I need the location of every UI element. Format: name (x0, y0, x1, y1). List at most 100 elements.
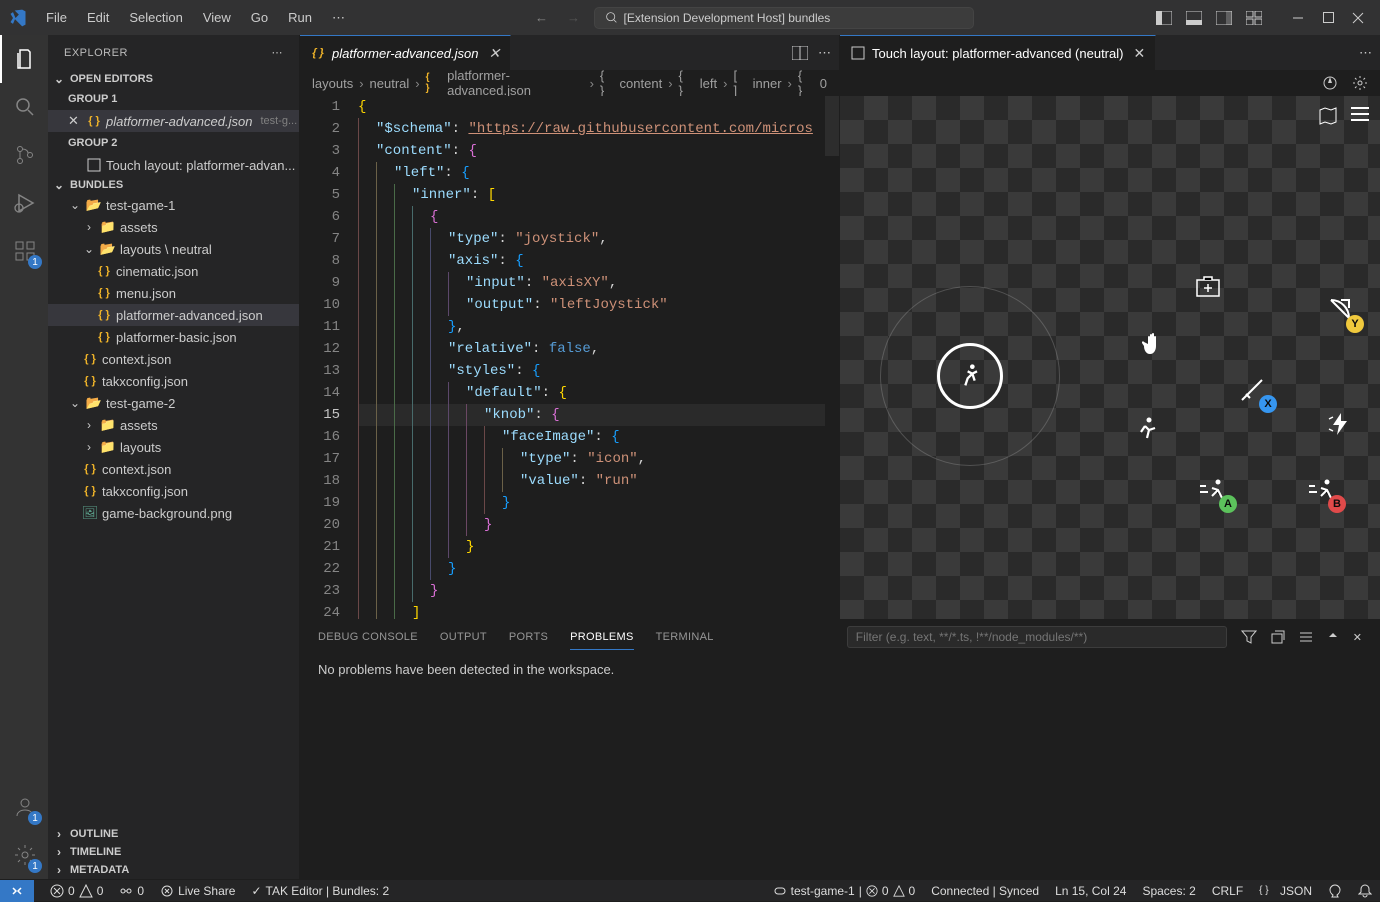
layout-secondary-icon[interactable] (1210, 4, 1238, 32)
menu-selection[interactable]: Selection (121, 6, 190, 29)
layout-primary-icon[interactable] (1150, 4, 1178, 32)
open-editor-item[interactable]: ✕ { } platformer-advanced.json test-g... (48, 110, 299, 132)
filter-icon[interactable] (1241, 630, 1257, 644)
tree-folder-game1[interactable]: ⌄ 📂 test-game-1 (48, 194, 299, 216)
maximize-panel-icon[interactable] (1327, 631, 1339, 643)
activity-search-icon[interactable] (0, 83, 48, 131)
chevron-right-icon: › (82, 220, 96, 234)
window-maximize-icon[interactable] (1314, 4, 1342, 32)
panel-tab-debug[interactable]: DEBUG CONSOLE (318, 625, 418, 649)
command-center-label: [Extension Development Host] bundles (624, 11, 831, 25)
tree-file-takxconfig[interactable]: { } takxconfig.json (48, 370, 299, 392)
tree-file-context[interactable]: { } context.json (48, 348, 299, 370)
breadcrumb[interactable]: layouts› neutral› { } platformer-advance… (300, 70, 839, 96)
compass-icon[interactable] (1322, 75, 1338, 91)
tab-platformer-advanced[interactable]: { } platformer-advanced.json ✕ (300, 35, 511, 70)
status-eol[interactable]: CRLF (1204, 884, 1251, 898)
menu-view[interactable]: View (195, 6, 239, 29)
tree-file-menu[interactable]: { } menu.json (48, 282, 299, 304)
activity-extensions-icon[interactable]: 1 (0, 227, 48, 275)
touch-button-hand[interactable] (1135, 326, 1171, 362)
tree-file-takxconfig2[interactable]: { } takxconfig.json (48, 480, 299, 502)
tab-close-icon[interactable]: ✕ (1133, 45, 1145, 62)
close-icon[interactable]: ✕ (68, 113, 82, 129)
more-actions-icon[interactable]: ⋯ (818, 45, 831, 61)
status-notifications-icon[interactable] (1350, 884, 1380, 898)
status-game[interactable]: test-game-1 | 0 0 (765, 884, 924, 898)
close-panel-icon[interactable]: ✕ (1353, 631, 1362, 644)
layout-bottom-icon[interactable] (1180, 4, 1208, 32)
joystick-knob[interactable] (937, 343, 1003, 409)
activity-settings-icon[interactable]: 1 (0, 831, 48, 879)
menu-edit[interactable]: Edit (79, 6, 117, 29)
touch-button-dash-b[interactable]: B (1304, 471, 1340, 507)
tree-file-context2[interactable]: { } context.json (48, 458, 299, 480)
explorer-more-icon[interactable]: ⋯ (272, 46, 284, 59)
menu-overflow-icon[interactable]: ⋯ (324, 6, 353, 30)
folder-icon: 📁 (100, 219, 116, 235)
bundles-section[interactable]: ⌄ BUNDLES (48, 176, 299, 194)
touch-button-dash-a[interactable]: A (1195, 471, 1231, 507)
window-close-icon[interactable] (1344, 4, 1372, 32)
touch-button-medkit[interactable] (1190, 268, 1226, 304)
problems-filter-input[interactable] (847, 626, 1227, 648)
code-editor[interactable]: 123456789101112131415161718192021222324 … (300, 96, 839, 619)
tree-file-background-png[interactable]: 🖼 game-background.png (48, 502, 299, 524)
gear-icon[interactable] (1352, 75, 1368, 91)
menu-run[interactable]: Run (280, 6, 320, 29)
tree-folder-layouts-neutral[interactable]: ⌄ 📂 layouts \ neutral (48, 238, 299, 260)
split-editor-icon[interactable] (792, 46, 808, 60)
touch-button-sword-x[interactable]: X (1235, 371, 1271, 407)
layout-customize-icon[interactable] (1240, 4, 1268, 32)
map-icon[interactable] (1318, 106, 1338, 126)
minimap[interactable] (825, 96, 839, 619)
activity-debug-icon[interactable] (0, 179, 48, 227)
panel-tab-problems[interactable]: PROBLEMS (570, 625, 634, 650)
status-errors-warnings[interactable]: 0 0 (42, 884, 111, 898)
command-center[interactable]: [Extension Development Host] bundles (594, 7, 974, 29)
outline-section[interactable]: › OUTLINE (48, 825, 299, 843)
tab-touch-layout-preview[interactable]: Touch layout: platformer-advanced (neutr… (840, 35, 1156, 70)
nav-back-icon[interactable]: ← (530, 10, 554, 25)
tree-file-platformer-advanced[interactable]: { } platformer-advanced.json (48, 304, 299, 326)
touch-button-bow-y[interactable]: Y (1322, 291, 1358, 327)
remote-indicator-icon[interactable] (0, 880, 34, 902)
tree-folder-game2[interactable]: ⌄ 📂 test-game-2 (48, 392, 299, 414)
tree-folder-assets2[interactable]: › 📁 assets (48, 414, 299, 436)
activity-source-control-icon[interactable] (0, 131, 48, 179)
tab-close-icon[interactable]: ✕ (488, 45, 500, 62)
tree-folder-layouts2[interactable]: › 📁 layouts (48, 436, 299, 458)
more-actions-icon[interactable]: ⋯ (1359, 45, 1372, 61)
timeline-section[interactable]: › TIMELINE (48, 843, 299, 861)
tree-file-cinematic[interactable]: { } cinematic.json (48, 260, 299, 282)
status-live-share[interactable]: Live Share (152, 884, 243, 898)
status-cursor-position[interactable]: Ln 15, Col 24 (1047, 884, 1134, 898)
json-icon: { } (96, 285, 112, 301)
panel-tab-output[interactable]: OUTPUT (440, 625, 487, 649)
panel-tab-ports[interactable]: PORTS (509, 625, 548, 649)
collapse-all-icon[interactable] (1271, 630, 1285, 644)
panel-tab-terminal[interactable]: TERMINAL (656, 625, 714, 649)
open-editors-section[interactable]: ⌄ OPEN EDITORS (48, 70, 299, 88)
tree-file-platformer-basic[interactable]: { } platformer-basic.json (48, 326, 299, 348)
window-minimize-icon[interactable] (1284, 4, 1312, 32)
menu-go[interactable]: Go (243, 6, 276, 29)
metadata-section[interactable]: › METADATA (48, 861, 299, 879)
touch-button-climb[interactable] (1130, 411, 1166, 447)
tree-folder-assets[interactable]: › 📁 assets (48, 216, 299, 238)
status-feedback-icon[interactable] (1320, 884, 1350, 898)
nav-forward-icon[interactable]: → (562, 10, 586, 25)
activity-accounts-icon[interactable]: 1 (0, 783, 48, 831)
menu-file[interactable]: File (38, 6, 75, 29)
activity-explorer-icon[interactable] (0, 35, 48, 83)
open-editor-item[interactable]: Touch layout: platformer-advan... (48, 154, 299, 176)
status-connection[interactable]: Connected | Synced (923, 884, 1047, 898)
status-language[interactable]: { } JSON (1251, 884, 1320, 898)
toggle-view-icon[interactable] (1299, 631, 1313, 643)
touch-button-lightning[interactable] (1322, 406, 1358, 442)
activity-bar: 1 1 1 (0, 35, 48, 879)
status-tak-editor[interactable]: ✓ TAK Editor | Bundles: 2 (243, 884, 397, 898)
status-indentation[interactable]: Spaces: 2 (1134, 884, 1203, 898)
hamburger-icon[interactable] (1350, 106, 1370, 126)
status-ports[interactable]: 0 (111, 884, 152, 898)
